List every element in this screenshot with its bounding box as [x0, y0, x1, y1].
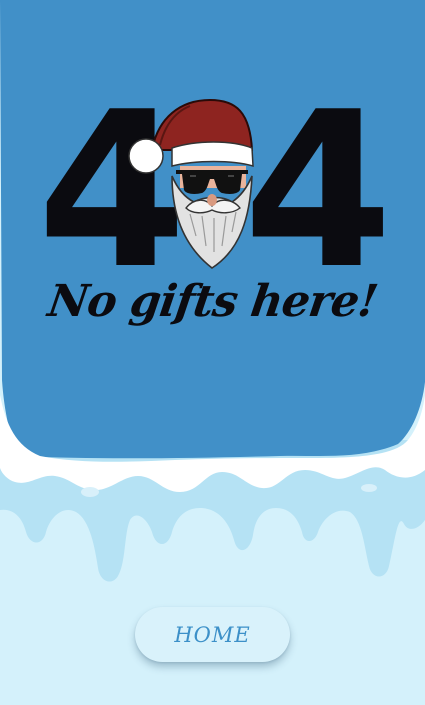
- home-button[interactable]: HOME: [135, 607, 290, 662]
- error-message: No gifts here!: [44, 276, 381, 327]
- error-page: 4 4 No gifts here! HOME: [0, 0, 425, 705]
- home-button-label: HOME: [174, 622, 251, 647]
- background-scene: 4 4: [0, 0, 425, 582]
